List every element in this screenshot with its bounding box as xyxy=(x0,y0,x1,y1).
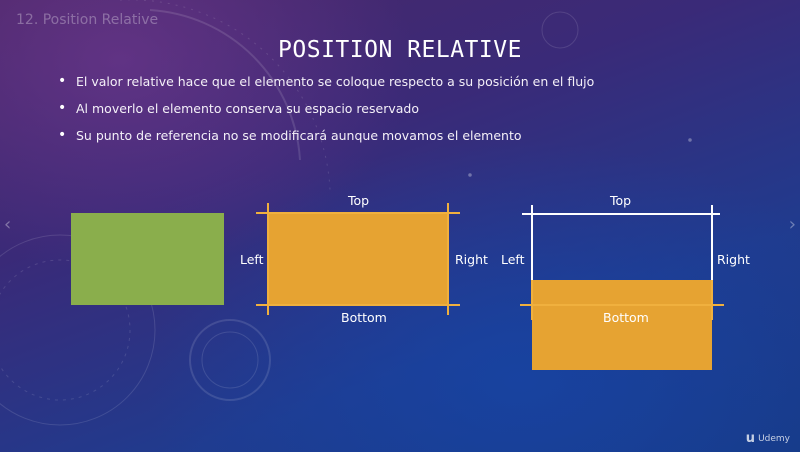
list-item: • Su punto de referencia no se modificará… xyxy=(58,122,594,149)
left-label: Left xyxy=(501,252,525,267)
green-element-box xyxy=(71,213,224,305)
left-guide-line xyxy=(531,280,533,320)
right-guide-line xyxy=(711,280,713,320)
bullet-text: El valor relative hace que el elemento s… xyxy=(76,74,595,89)
previous-slide-icon[interactable]: ‹ xyxy=(4,214,11,235)
right-guide-line xyxy=(447,203,449,315)
udemy-logo-icon: u xyxy=(745,431,756,446)
top-guide-line xyxy=(256,212,460,214)
right-label: Right xyxy=(717,252,750,267)
bullet-icon: • xyxy=(58,127,67,143)
bullet-icon: • xyxy=(58,73,67,89)
watermark-text: Udemy xyxy=(758,433,790,444)
lecture-title: 12. Position Relative xyxy=(16,12,159,28)
udemy-watermark: u Udemy xyxy=(746,431,790,446)
right-reference-line xyxy=(711,205,713,281)
top-reference-line xyxy=(522,213,720,215)
bullet-text: Su punto de referencia no se modificará … xyxy=(76,128,522,143)
orange-element-box xyxy=(268,213,448,305)
bottom-label: Bottom xyxy=(603,310,649,325)
next-slide-icon[interactable]: › xyxy=(789,214,796,235)
bullet-text: Al moverlo el elemento conserva su espac… xyxy=(76,101,419,116)
list-item: • Al moverlo el elemento conserva su espa… xyxy=(58,95,594,122)
right-label: Right xyxy=(455,252,488,267)
list-item: • El valor relative hace que el elemento … xyxy=(58,68,594,95)
bottom-label: Bottom xyxy=(341,310,387,325)
bullet-icon: • xyxy=(58,100,67,116)
bottom-guide-line xyxy=(256,304,460,306)
top-label: Top xyxy=(348,193,370,208)
bottom-guide-line xyxy=(520,304,724,306)
moved-orange-element-box xyxy=(532,280,712,370)
left-reference-line xyxy=(531,205,533,281)
top-label: Top xyxy=(610,193,632,208)
left-guide-line xyxy=(267,203,269,315)
left-label: Left xyxy=(240,252,264,267)
slide-title: POSITION RELATIVE xyxy=(278,37,522,63)
bullet-list: • El valor relative hace que el elemento … xyxy=(58,68,594,149)
